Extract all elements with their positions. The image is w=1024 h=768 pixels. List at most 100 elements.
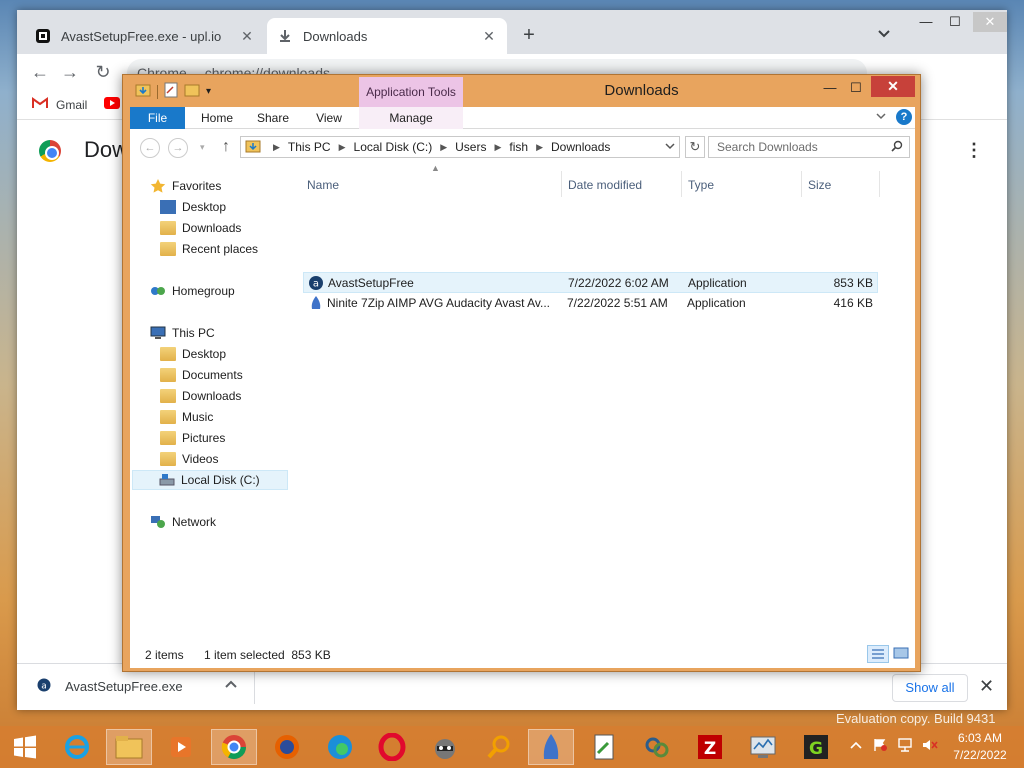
ninite-taskbar-icon[interactable] [528,729,574,765]
more-options-icon[interactable]: ⋮ [965,140,983,161]
chevron-down-icon[interactable] [877,26,893,42]
up-arrow-icon[interactable]: ↑ [222,138,230,156]
explorer-close-button[interactable]: ✕ [871,76,915,97]
breadcrumb-this-pc[interactable]: This PC [288,140,331,154]
breadcrumb-local-disk[interactable]: Local Disk (C:) [354,140,433,154]
tab-manage[interactable]: Manage [359,107,463,129]
file-type: Application [688,276,747,290]
back-arrow-icon[interactable]: ← [29,62,51,84]
svg-text:Z: Z [704,739,716,759]
forward-arrow-icon[interactable]: → [168,138,188,158]
volume-muted-icon[interactable] [922,738,938,752]
reload-icon[interactable]: ↻ [92,62,114,84]
edge-icon[interactable] [317,729,363,765]
folder-icon [160,431,176,445]
tab-close-icon[interactable]: ✕ [481,28,497,44]
search-tool-icon[interactable] [476,729,522,765]
column-divider[interactable] [801,171,802,197]
nav-pc-music[interactable]: Music [160,407,213,427]
nav-this-pc[interactable]: This PC [150,323,215,343]
breadcrumb-downloads[interactable]: Downloads [551,140,610,154]
tab-downloads[interactable]: Downloads ✕ [267,18,507,54]
file-row[interactable]: Ninite 7Zip AIMP AVG Audacity Avast Av..… [303,293,878,314]
tab-file[interactable]: File [130,107,185,129]
large-icons-view-icon[interactable] [891,645,913,663]
nav-network[interactable]: Network [150,512,216,532]
shelf-download-item[interactable]: a AvastSetupFree.exe [37,678,183,695]
nav-pc-downloads[interactable]: Downloads [160,386,241,406]
file-date: 7/22/2022 5:51 AM [567,296,668,310]
explorer-minimize-button[interactable]: — [817,79,843,97]
firefox-icon[interactable] [264,729,310,765]
tab-close-icon[interactable]: ✕ [239,28,255,44]
column-divider[interactable] [561,171,562,197]
tab-share[interactable]: Share [248,107,298,129]
column-date-modified[interactable]: Date modified [568,178,642,192]
nav-pc-videos[interactable]: Videos [160,449,218,469]
youtube-icon[interactable] [104,97,120,109]
tab-home[interactable]: Home [192,107,242,129]
nav-favorites-recent[interactable]: Recent places [160,239,258,259]
chrome-taskbar-icon[interactable] [211,729,257,765]
notepad-plus-icon[interactable] [581,729,627,765]
nav-label: Downloads [182,221,242,235]
details-view-icon[interactable] [867,645,889,663]
refresh-icon[interactable]: ↻ [685,136,705,158]
breadcrumb-fish[interactable]: fish [509,140,528,154]
column-divider[interactable] [681,171,682,197]
nav-favorites-desktop[interactable]: Desktop [160,197,226,217]
back-arrow-icon[interactable]: ← [140,138,160,158]
start-button[interactable] [2,729,48,765]
chrome-close-button[interactable]: ✕ [973,12,1007,32]
tab-view[interactable]: View [304,107,354,129]
explorer-titlebar[interactable]: ▾ Application Tools Downloads — ☐ ✕ [123,75,920,107]
file-explorer-taskbar-icon[interactable] [106,729,152,765]
explorer-maximize-button[interactable]: ☐ [843,79,869,97]
close-shelf-icon[interactable]: ✕ [979,676,994,697]
nav-pc-documents[interactable]: Documents [160,365,243,385]
show-all-button[interactable]: Show all [892,674,968,702]
internet-explorer-icon[interactable] [54,729,100,765]
bookmark-gmail[interactable]: Gmail [32,97,87,112]
greenshot-icon[interactable]: G [793,729,839,765]
nav-pc-desktop[interactable]: Desktop [160,344,226,364]
chrome-maximize-button[interactable]: ☐ [941,12,969,32]
column-name[interactable]: Name [307,178,339,192]
network-icon [150,515,166,529]
system-monitor-icon[interactable] [740,729,786,765]
search-input[interactable]: Search Downloads [708,136,910,158]
breadcrumb-users[interactable]: Users [455,140,486,154]
show-hidden-icons-chevron-up-icon[interactable] [850,740,864,754]
nav-favorites[interactable]: Favorites [150,176,221,196]
media-player-icon[interactable] [158,729,204,765]
chevron-up-icon[interactable] [224,677,238,694]
network-tool-icon[interactable] [634,729,680,765]
ribbon-expand-icon[interactable] [875,110,887,125]
forward-arrow-icon[interactable]: → [59,62,81,84]
recent-locations-icon[interactable]: ▾ [200,142,205,153]
address-breadcrumb[interactable]: ▶ This PC ▶ Local Disk (C:) ▶ Users ▶ fish ▶… [240,136,680,158]
address-dropdown-icon[interactable] [665,141,675,154]
nav-pc-local-disk[interactable]: Local Disk (C:) [132,470,288,490]
nav-label: Videos [182,452,219,466]
network-tray-icon[interactable] [898,738,912,752]
nav-pc-pictures[interactable]: Pictures [160,428,225,448]
taskbar-clock[interactable]: 6:03 AM 7/22/2022 [944,730,1016,764]
nav-favorites-downloads[interactable]: Downloads [160,218,241,238]
column-size[interactable]: Size [808,178,831,192]
filezilla-icon[interactable]: Z [687,729,733,765]
shelf-filename: AvastSetupFree.exe [65,679,183,694]
breadcrumb-separator-icon: ▶ [440,141,448,152]
column-divider[interactable] [879,171,880,197]
file-row[interactable]: a AvastSetupFree 7/22/2022 6:02 AM Appli… [303,272,878,293]
tab-upl-io[interactable]: AvastSetupFree.exe - upl.io ✕ [25,18,265,54]
new-tab-button[interactable]: + [517,24,541,48]
chrome-minimize-button[interactable]: — [912,12,940,32]
help-icon[interactable]: ? [896,109,912,125]
action-center-flag-icon[interactable] [873,738,887,752]
nav-homegroup[interactable]: Homegroup [150,281,235,301]
explorer-body: Favorites Desktop Downloads Recent place… [130,163,915,640]
opera-icon[interactable] [369,729,415,765]
raccoon-app-icon[interactable] [422,729,468,765]
column-type[interactable]: Type [688,178,714,192]
